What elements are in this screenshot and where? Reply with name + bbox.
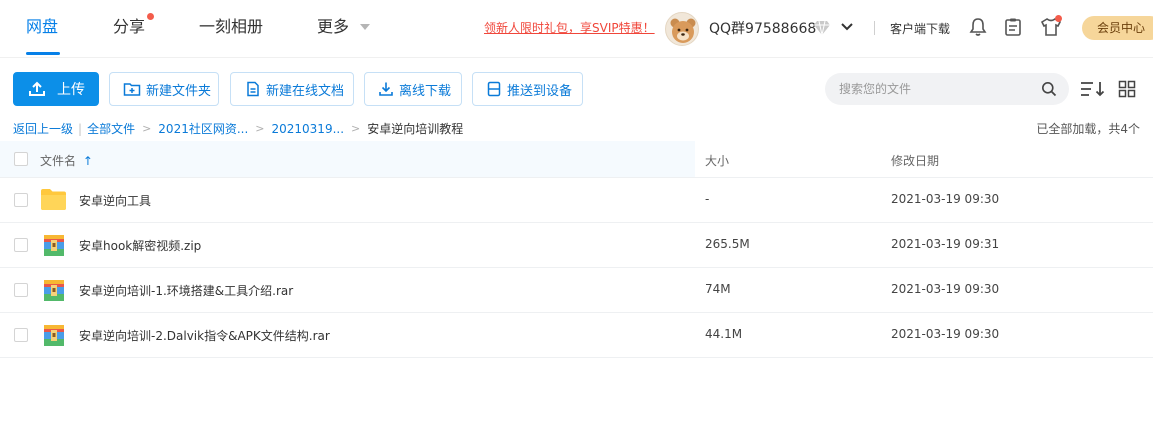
clipboard-icon[interactable]	[1004, 17, 1022, 37]
table-row[interactable]: 安卓逆向培训-1.环境搭建&工具介绍.rar 74M 2021-03-19 09…	[0, 268, 1153, 313]
row-checkbox[interactable]	[14, 328, 28, 342]
upload-button[interactable]: 上传	[13, 72, 99, 106]
sort-arrow-up-icon: ↑	[82, 154, 93, 168]
table-row[interactable]: 安卓hook解密视频.zip 265.5M 2021-03-19 09:31	[0, 223, 1153, 268]
chevron-down-icon[interactable]	[360, 24, 370, 30]
breadcrumb-current: 安卓逆向培训教程	[367, 122, 464, 136]
breadcrumb-level2[interactable]: 20210319...	[272, 122, 345, 136]
vip-center-button[interactable]: 会员中心	[1082, 16, 1153, 40]
search-icon[interactable]	[1041, 81, 1057, 97]
table-row[interactable]: 安卓逆向培训-2.Dalvik指令&APK文件结构.rar 44.1M 2021…	[0, 313, 1153, 358]
search-input[interactable]	[839, 73, 1035, 105]
column-header-size[interactable]: 大小	[705, 152, 729, 169]
table-header: 文件名 ↑ 大小 修改日期	[0, 141, 1153, 178]
file-name[interactable]: 安卓逆向工具	[79, 192, 151, 209]
archive-icon	[44, 280, 64, 301]
row-checkbox[interactable]	[14, 193, 28, 207]
push-to-device-label: 推送到设备	[507, 83, 573, 99]
file-date: 2021-03-19 09:30	[891, 282, 1000, 296]
breadcrumb-all-files[interactable]: 全部文件	[87, 120, 135, 137]
upload-label: 上传	[57, 82, 85, 98]
file-size: 44.1M	[705, 327, 743, 341]
file-date: 2021-03-19 09:31	[891, 237, 1000, 251]
avatar[interactable]	[665, 12, 699, 46]
download-icon	[379, 82, 393, 96]
upload-icon	[29, 81, 45, 96]
client-download-link[interactable]: 客户端下载	[890, 20, 950, 37]
file-date: 2021-03-19 09:30	[891, 327, 1000, 341]
breadcrumb-separator: >	[351, 122, 361, 135]
archive-icon	[44, 325, 64, 346]
folder-plus-icon	[123, 83, 141, 96]
loaded-count: 已全部加载，共4个	[1036, 122, 1140, 136]
share-badge	[147, 13, 154, 20]
top-nav: 网盘 分享 一刻相册 更多 领新人限时礼包，享SVIP特惠！ QQ群975886…	[0, 0, 1153, 58]
breadcrumb: 返回上一级 | 全部文件 > 2021社区网资... > 20210319...…	[13, 120, 463, 137]
new-online-doc-button[interactable]: 新建在线文档	[230, 72, 354, 106]
sort-icon[interactable]	[1080, 80, 1106, 98]
shirt-badge	[1055, 15, 1062, 22]
file-size: -	[705, 192, 710, 206]
document-icon	[247, 81, 259, 97]
column-header-date[interactable]: 修改日期	[891, 152, 939, 169]
search-box	[825, 73, 1069, 105]
archive-icon	[44, 235, 64, 256]
file-name[interactable]: 安卓逆向培训-1.环境搭建&工具介绍.rar	[79, 282, 293, 299]
breadcrumb-separator: >	[255, 122, 265, 135]
folder-icon	[41, 189, 66, 210]
offline-download-label: 离线下载	[399, 83, 452, 99]
file-name[interactable]: 安卓逆向培训-2.Dalvik指令&APK文件结构.rar	[79, 327, 330, 344]
bell-icon[interactable]	[969, 17, 987, 37]
push-to-device-button[interactable]: 推送到设备	[472, 72, 583, 106]
column-header-name[interactable]: 文件名 ↑	[40, 152, 93, 169]
breadcrumb-level1[interactable]: 2021社区网资...	[158, 120, 248, 137]
grid-view-icon[interactable]	[1118, 80, 1136, 98]
divider	[874, 21, 875, 35]
tab-share[interactable]: 分享	[113, 16, 145, 38]
file-size: 265.5M	[705, 237, 750, 251]
username[interactable]: QQ群97588668	[709, 18, 816, 38]
row-checkbox[interactable]	[14, 238, 28, 252]
active-tab-indicator	[26, 52, 60, 55]
breadcrumb-divider: |	[78, 121, 83, 136]
file-date: 2021-03-19 09:30	[891, 192, 1000, 206]
tab-netdisk[interactable]: 网盘	[26, 16, 58, 38]
breadcrumb-separator: >	[142, 122, 152, 135]
chevron-down-icon[interactable]	[840, 20, 854, 34]
offline-download-button[interactable]: 离线下载	[364, 72, 462, 106]
table-row[interactable]: 安卓逆向工具 - 2021-03-19 09:30	[0, 178, 1153, 223]
bear-avatar-icon	[670, 18, 696, 43]
select-all-checkbox[interactable]	[14, 152, 28, 166]
new-folder-label: 新建文件夹	[146, 83, 212, 99]
row-checkbox[interactable]	[14, 283, 28, 297]
breadcrumb-back[interactable]: 返回上一级	[13, 120, 73, 137]
diamond-icon	[814, 20, 830, 36]
new-online-doc-label: 新建在线文档	[266, 83, 345, 99]
promo-link[interactable]: 领新人限时礼包，享SVIP特惠！	[484, 19, 655, 36]
file-size: 74M	[705, 282, 731, 296]
tab-more[interactable]: 更多	[317, 16, 349, 38]
new-folder-button[interactable]: 新建文件夹	[109, 72, 219, 106]
tab-moment-album[interactable]: 一刻相册	[199, 16, 263, 38]
file-name[interactable]: 安卓hook解密视频.zip	[79, 237, 201, 254]
device-icon	[487, 81, 501, 97]
